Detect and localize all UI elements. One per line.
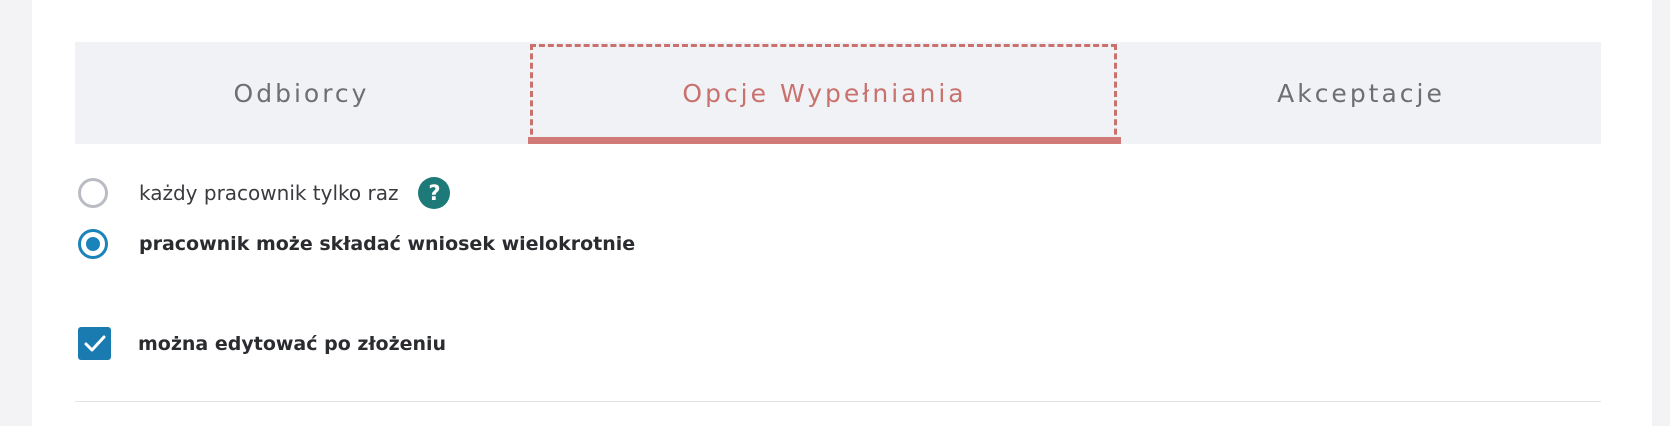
tab-label: Akceptacje (1277, 78, 1445, 108)
option-label[interactable]: pracownik może składać wniosek wielokrot… (139, 233, 635, 255)
tab-bar: Odbiorcy Opcje Wypełniania Akceptacje (75, 42, 1601, 144)
checkmark-icon (84, 335, 105, 351)
tab-opcje-wypelniania[interactable]: Opcje Wypełniania (528, 42, 1121, 144)
divider (75, 401, 1601, 402)
checkbox-edit-after-submit[interactable] (78, 327, 111, 360)
tab-label: Opcje Wypełniania (682, 78, 967, 108)
option-each-once: każdy pracownik tylko raz ? (78, 177, 451, 209)
radio-multiple[interactable] (78, 229, 108, 259)
radio-each-once[interactable] (78, 178, 108, 208)
tab-akceptacje[interactable]: Akceptacje (1121, 42, 1601, 144)
active-tab-indicator (528, 137, 1121, 144)
option-edit-after-submit: można edytować po złożeniu (78, 327, 446, 360)
tab-label: Odbiorcy (233, 78, 370, 108)
tab-odbiorcy[interactable]: Odbiorcy (75, 42, 528, 144)
option-multiple: pracownik może składać wniosek wielokrot… (78, 229, 635, 259)
help-icon[interactable]: ? (418, 177, 451, 209)
option-label[interactable]: każdy pracownik tylko raz (139, 181, 398, 205)
option-label[interactable]: można edytować po złożeniu (138, 333, 446, 355)
